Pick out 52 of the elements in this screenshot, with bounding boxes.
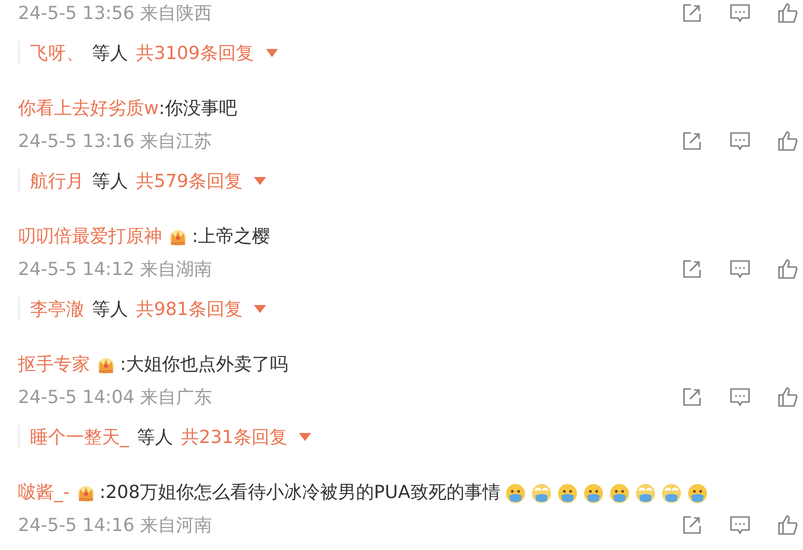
comment-icon[interactable]	[729, 386, 751, 408]
reply-count-link[interactable]: 共579条回复	[136, 169, 242, 193]
reply-label: 等人	[92, 170, 128, 193]
comment-text: :你没事吧	[158, 97, 237, 121]
comment-meta: 24-5-5 14:04 来自广东	[18, 386, 212, 409]
share-icon[interactable]	[681, 386, 703, 408]
comment-meta: 24-5-5 14:12 来自湖南	[18, 258, 212, 281]
user-name: 你看上去好劣质w	[18, 97, 159, 121]
reply-user-name: 航行月	[30, 170, 84, 193]
reply-user-name: 睡个一整天_	[30, 426, 129, 449]
share-icon[interactable]	[681, 258, 703, 280]
caret-icon[interactable]	[266, 49, 278, 57]
thumbs-up-icon[interactable]	[777, 258, 799, 280]
share-icon[interactable]	[681, 130, 703, 152]
emoji-icon	[557, 482, 578, 504]
emoji-icon	[661, 482, 682, 504]
reply-count-link[interactable]: 共981条回复	[136, 297, 242, 321]
reply-label: 等人	[92, 42, 128, 65]
comment-text: :大姐你也点外卖了吗	[120, 353, 288, 377]
reply-label: 等人	[92, 298, 128, 321]
user-name: 抠手专家	[18, 353, 90, 377]
user-name: 叨叨倍最爱打原神	[18, 225, 162, 249]
comment-text: :208万姐你怎么看待小冰冷被男的PUA致死的事情	[100, 481, 500, 505]
comment-text: :上帝之樱	[192, 225, 270, 249]
user-name: 啵酱_-	[18, 481, 70, 505]
emoji-icon	[531, 482, 552, 504]
thumbs-up-icon[interactable]	[777, 386, 799, 408]
comment-icon[interactable]	[729, 258, 751, 280]
thumbs-up-icon[interactable]	[777, 130, 799, 152]
comment-icon[interactable]	[729, 130, 751, 152]
emoji-icon	[609, 482, 630, 504]
emoji-icon	[687, 482, 708, 504]
thumbs-up-icon[interactable]	[777, 2, 799, 24]
reply-user-name: 李亭澈	[30, 298, 84, 321]
comment-meta: 24-5-5 13:56 来自陕西	[18, 2, 212, 25]
emoji-icon	[635, 482, 656, 504]
comment-icon[interactable]	[729, 2, 751, 24]
caret-icon[interactable]	[299, 433, 312, 441]
caret-icon[interactable]	[254, 177, 266, 185]
reply-label: 等人	[137, 426, 173, 449]
share-icon[interactable]	[681, 2, 703, 24]
reply-count-link[interactable]: 共231条回复	[181, 425, 288, 449]
emoji-icon	[583, 482, 604, 504]
thumbs-up-icon[interactable]	[777, 514, 799, 536]
comment-meta: 24-5-5 14:16 来自河南	[18, 514, 212, 537]
reply-user-name: 飞呀、	[30, 42, 84, 65]
emoji-icon	[505, 482, 526, 504]
comment-icon[interactable]	[729, 514, 751, 536]
reply-count-link[interactable]: 共3109条回复	[136, 41, 254, 65]
caret-icon[interactable]	[254, 305, 266, 313]
comment-meta: 24-5-5 13:16 来自江苏	[18, 130, 212, 153]
share-icon[interactable]	[681, 514, 703, 536]
